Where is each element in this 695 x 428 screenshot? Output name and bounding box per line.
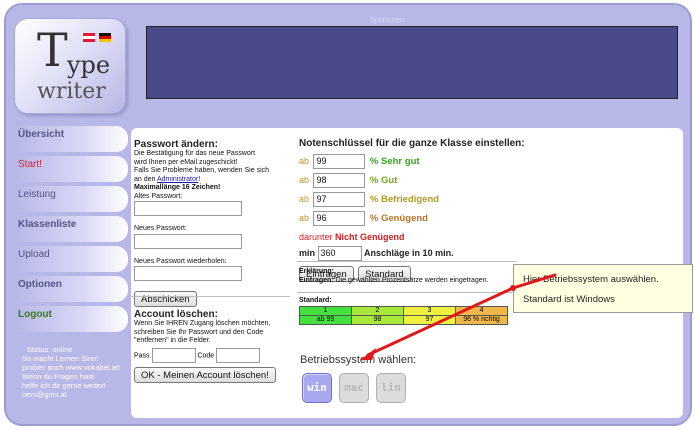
arrow-tail — [511, 273, 557, 290]
arrow-dot-icon — [510, 285, 516, 291]
arrow-line — [366, 286, 515, 357]
arrow-head-icon — [360, 348, 376, 360]
annotation-arrows — [360, 273, 557, 360]
